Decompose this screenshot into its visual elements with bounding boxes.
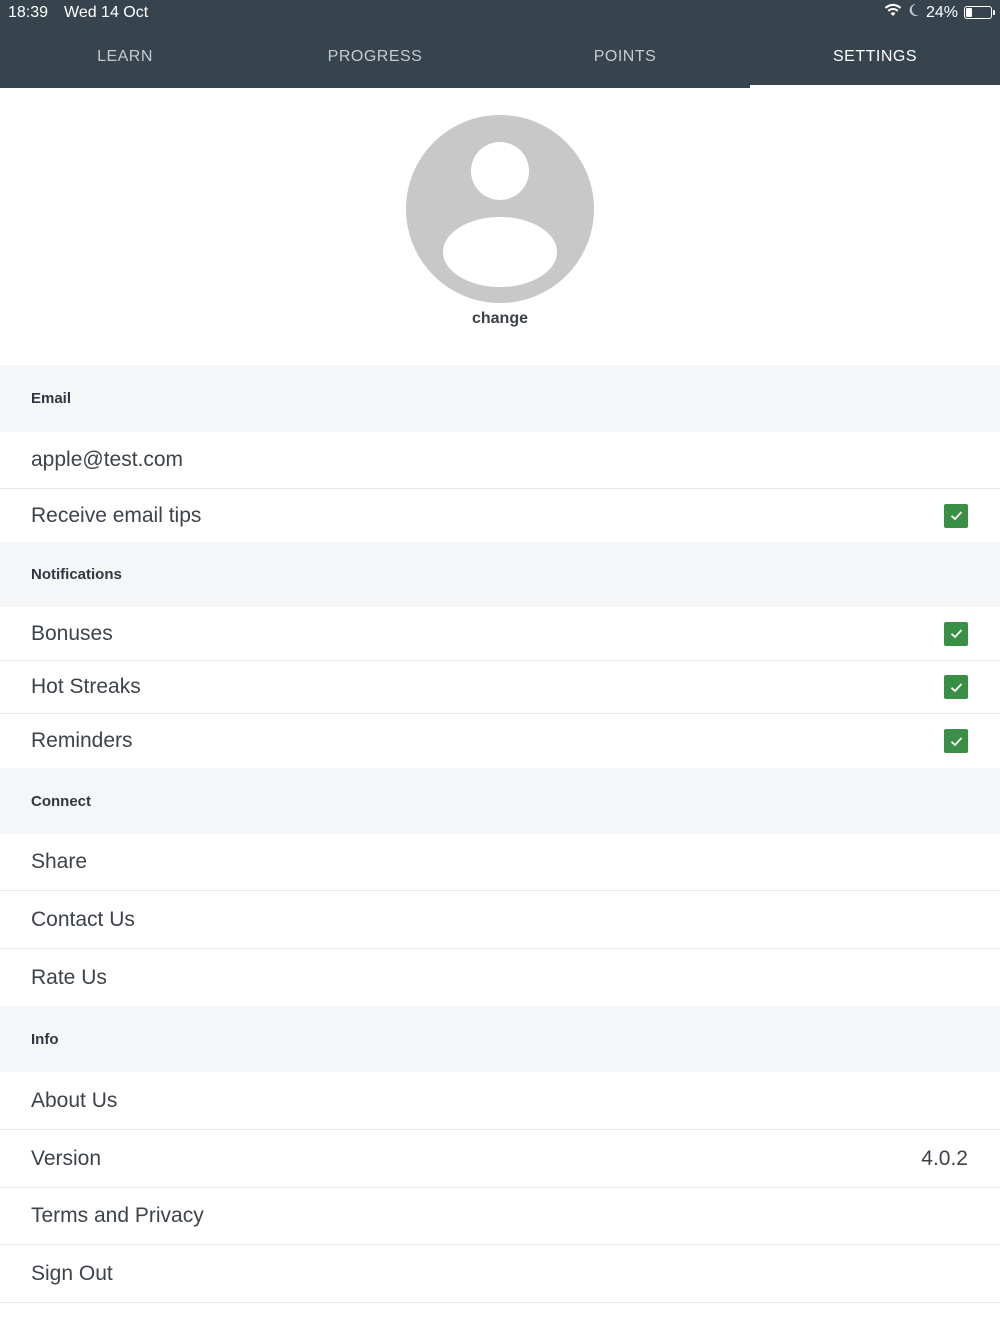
info-row-terms-privacy[interactable]: Terms and Privacy (0, 1188, 1000, 1245)
check-icon (950, 629, 962, 639)
bonuses-checkbox[interactable] (944, 621, 968, 646)
status-bar: 18:39 Wed 14 Oct 24% (0, 0, 1000, 26)
notification-row-reminders[interactable]: Reminders (0, 714, 1000, 768)
change-avatar-link[interactable]: change (0, 310, 1000, 328)
battery-percent: 24% (925, 3, 958, 21)
version-value: 4.0.2 (921, 1146, 968, 1170)
tab-learn[interactable]: LEARN (0, 26, 250, 88)
notification-label: Hot Streaks (31, 675, 141, 698)
avatar[interactable] (406, 115, 594, 303)
section-header-notifications: Notifications (0, 542, 1000, 607)
avatar-head-shape (471, 142, 529, 200)
notification-row-bonuses[interactable]: Bonuses (0, 607, 1000, 661)
email-address: apple@test.com (31, 448, 184, 471)
share-label: Share (31, 850, 88, 873)
status-date: Wed 14 Oct (64, 4, 149, 21)
tab-settings[interactable]: SETTINGS (750, 26, 1000, 88)
notification-label: Bonuses (31, 621, 113, 645)
about-us-label: About Us (31, 1088, 118, 1112)
status-time: 18:39 (8, 4, 49, 21)
wifi-icon (884, 3, 902, 22)
receive-email-tips-label: Receive email tips (31, 503, 202, 527)
check-icon (950, 682, 962, 692)
info-row-about-us[interactable]: About Us (0, 1072, 1000, 1130)
avatar-body-shape (443, 217, 557, 287)
contact-us-label: Contact Us (31, 907, 135, 931)
sign-out-label: Sign Out (31, 1261, 113, 1285)
hot-streaks-checkbox[interactable] (944, 675, 968, 699)
sign-out-row[interactable]: Sign Out (0, 1245, 1000, 1303)
receive-email-tips-checkbox[interactable] (944, 503, 968, 528)
section-header-email: Email (0, 365, 1000, 432)
tab-points[interactable]: POINTS (500, 26, 750, 88)
section-header-connect: Connect (0, 768, 1000, 834)
info-row-version: Version 4.0.2 (0, 1130, 1000, 1188)
check-icon (950, 511, 962, 521)
terms-privacy-label: Terms and Privacy (31, 1204, 204, 1227)
receive-email-tips-row[interactable]: Receive email tips (0, 489, 1000, 542)
rate-us-label: Rate Us (31, 965, 107, 989)
moon-icon (908, 3, 920, 22)
profile-section: change (0, 88, 1000, 365)
connect-row-contact-us[interactable]: Contact Us (0, 891, 1000, 949)
connect-row-share[interactable]: Share (0, 834, 1000, 891)
battery-icon (964, 6, 995, 19)
tab-progress[interactable]: PROGRESS (250, 26, 500, 88)
status-indicators: 24% (884, 3, 995, 22)
section-header-info: Info (0, 1006, 1000, 1072)
notification-row-hot-streaks[interactable]: Hot Streaks (0, 661, 1000, 714)
notification-label: Reminders (31, 729, 133, 752)
email-address-row: apple@test.com (0, 432, 1000, 489)
connect-row-rate-us[interactable]: Rate Us (0, 949, 1000, 1006)
version-label: Version (31, 1146, 102, 1170)
reminders-checkbox[interactable] (944, 729, 968, 753)
check-icon (950, 736, 962, 746)
tab-bar: LEARN PROGRESS POINTS SETTINGS (0, 26, 1000, 88)
